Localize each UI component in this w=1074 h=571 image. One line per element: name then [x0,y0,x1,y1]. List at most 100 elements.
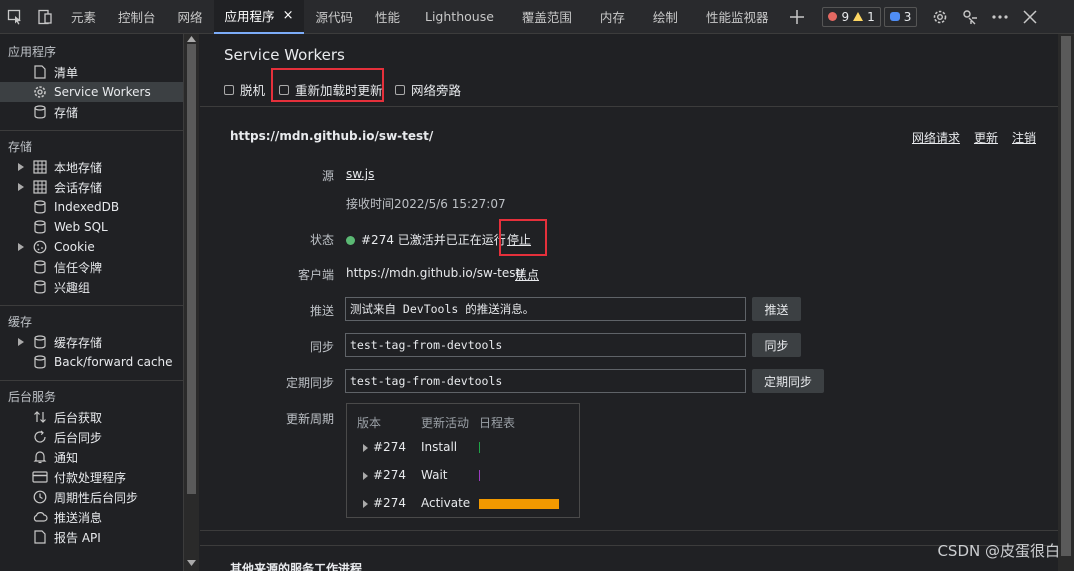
expand-arrow-icon[interactable] [18,243,24,251]
more-options-icon[interactable] [985,0,1015,34]
devtools-toolbar: 元素 控制台 网络 应用程序 × 源代码 性能 Lighthouse 覆盖范围 … [0,0,1074,34]
tab-console[interactable]: 控制台 [107,0,167,34]
timeline-bar [479,499,559,509]
divider [0,130,183,131]
tab-memory[interactable]: 内存 [586,0,639,34]
tab-sources[interactable]: 源代码 [304,0,364,34]
sidebar-item-notifications[interactable]: 通知 [0,447,183,467]
customize-icon[interactable] [955,0,985,34]
inspect-element-icon[interactable] [0,0,30,34]
settings-gear-icon[interactable] [925,0,955,34]
sidebar-item-cache-storage[interactable]: 缓存存储 [0,332,183,352]
timeline-row[interactable]: #274 Activate [347,494,579,514]
bypass-network-checkbox[interactable] [395,84,405,95]
table-grid-icon [32,179,48,195]
sidebar-item-reporting-api[interactable]: 报告 API [0,527,183,547]
source-file-link[interactable]: sw.js [346,167,374,181]
sidebar-item-manifest[interactable]: 清单 [0,62,183,82]
service-workers-panel: Service Workers 脱机 重新加载时更新 网络旁路 https://… [200,34,1058,571]
expand-arrow-icon[interactable] [18,338,24,346]
database-icon [32,354,48,370]
database-icon [32,259,48,275]
sync-button[interactable]: 同步 [752,333,801,357]
bypass-network-checkbox-row[interactable]: 网络旁路 [395,80,461,99]
network-requests-link[interactable]: 网络请求 [912,129,960,146]
sidebar-item-web-sql[interactable]: Web SQL [0,217,183,237]
tab-lighthouse[interactable]: Lighthouse [411,0,508,34]
sidebar-scrollbar[interactable] [184,34,199,571]
timeline-row[interactable]: #274 Wait [347,466,579,486]
errors-badge[interactable]: 9 1 [822,6,881,27]
expand-arrow-icon[interactable] [363,472,368,480]
tab-coverage[interactable]: 覆盖范围 [508,0,586,34]
clock-icon [32,489,48,505]
expand-arrow-icon[interactable] [18,163,24,171]
error-icon [828,12,838,21]
database-icon [32,104,48,120]
sidebar-item-payment-handler[interactable]: 付款处理程序 [0,467,183,487]
main-scrollbar[interactable] [1058,34,1074,571]
close-tab-icon[interactable]: × [283,8,294,23]
timeline-bar [479,442,480,453]
sidebar-item-background-sync[interactable]: 后台同步 [0,427,183,447]
database-icon [32,334,48,350]
timeline-header-activity: 更新活动 [421,416,470,430]
scroll-up-icon[interactable] [187,36,196,42]
expand-arrow-icon[interactable] [18,183,24,191]
timeline-header-schedule: 日程表 [479,416,516,430]
sidebar-item-session-storage[interactable]: 会话存储 [0,177,183,197]
credit-card-icon [32,469,48,485]
tab-network[interactable]: 网络 [167,0,214,34]
messages-badge[interactable]: 3 [883,6,918,27]
periodic-sync-tag-input[interactable]: test-tag-from-devtools [345,369,746,393]
offline-checkbox[interactable] [224,84,234,95]
cookie-icon [32,239,48,255]
section-cache: 缓存 [8,315,33,329]
push-button[interactable]: 推送 [752,297,801,321]
timeline-header-version: 版本 [357,416,382,430]
sidebar-item-interest-groups[interactable]: 兴趣组 [0,277,183,297]
tab-elements[interactable]: 元素 [60,0,107,34]
sidebar-item-periodic-sync[interactable]: 周期性后台同步 [0,487,183,507]
database-icon [32,219,48,235]
highlight-box [271,68,384,102]
sidebar-item-back-forward-cache[interactable]: Back/forward cache [0,352,183,372]
sidebar-item-local-storage[interactable]: 本地存储 [0,157,183,177]
sidebar-item-indexeddb[interactable]: IndexedDB [0,197,183,217]
database-icon [32,199,48,215]
tab-performance-monitor[interactable]: 性能监视器 [692,0,783,34]
database-icon [32,279,48,295]
periodic-sync-button[interactable]: 定期同步 [752,369,824,393]
sidebar-scrollbar-thumb[interactable] [187,44,196,494]
close-devtools-icon[interactable] [1015,0,1045,34]
add-tab-icon[interactable] [782,0,812,34]
update-cycle-label: 更新周期 [285,412,334,426]
focus-link[interactable]: 焦点 [515,266,539,283]
offline-checkbox-row[interactable]: 脱机 [224,80,265,99]
unregister-link[interactable]: 注销 [1012,129,1036,146]
sidebar-item-cookie[interactable]: Cookie [0,237,183,257]
page-title: Service Workers [224,46,345,64]
sidebar-item-push-messaging[interactable]: 推送消息 [0,507,183,527]
sidebar-item-storage[interactable]: 存储 [0,102,183,122]
expand-arrow-icon[interactable] [363,444,368,452]
scroll-down-icon[interactable] [187,560,196,566]
tab-rendering[interactable]: 绘制 [639,0,692,34]
sync-tag-input[interactable]: test-tag-from-devtools [345,333,746,357]
device-toolbar-icon[interactable] [30,0,60,34]
sidebar-item-background-fetch[interactable]: 后台获取 [0,407,183,427]
cloud-icon [32,509,48,525]
expand-arrow-icon[interactable] [363,500,368,508]
update-cycle-timeline: 版本 更新活动 日程表 #274 Install #274 Wait #274 … [346,403,580,518]
timeline-row[interactable]: #274 Install [347,438,579,458]
up-down-arrows-icon [32,409,48,425]
tab-application[interactable]: 应用程序 × [213,0,305,34]
sidebar-item-service-workers[interactable]: Service Workers [0,82,183,102]
push-data-input[interactable]: 测试来自 DevTools 的推送消息。 [345,297,746,321]
sidebar-item-trust-tokens[interactable]: 信任令牌 [0,257,183,277]
main-scrollbar-thumb[interactable] [1061,36,1071,556]
tab-performance[interactable]: 性能 [364,0,411,34]
periodic-sync-label: 定期同步 [285,376,334,390]
push-label: 推送 [309,304,334,318]
update-link[interactable]: 更新 [974,129,998,146]
